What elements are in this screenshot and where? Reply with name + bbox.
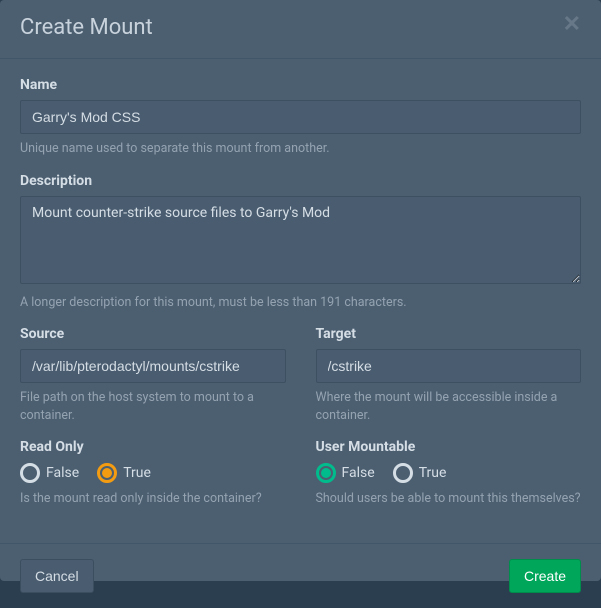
description-label: Description bbox=[20, 173, 581, 189]
modal-footer: Cancel Create bbox=[0, 543, 601, 608]
modal-header: Create Mount ✕ bbox=[0, 0, 601, 59]
description-group: Description Mount counter-strike source … bbox=[20, 173, 581, 312]
source-input[interactable] bbox=[20, 349, 286, 383]
user-mountable-label: User Mountable bbox=[316, 439, 582, 455]
target-group: Target Where the mount will be accessibl… bbox=[316, 326, 582, 424]
modal-body: Name Unique name used to separate this m… bbox=[0, 59, 601, 543]
source-group: Source File path on the host system to m… bbox=[20, 326, 286, 424]
readonly-group: Read Only False True Is the mount read o… bbox=[20, 439, 286, 508]
user-mountable-false-option[interactable]: False bbox=[316, 463, 375, 483]
readonly-false-label: False bbox=[46, 465, 79, 481]
cancel-button[interactable]: Cancel bbox=[20, 559, 94, 593]
description-input[interactable]: Mount counter-strike source files to Gar… bbox=[20, 196, 581, 284]
close-icon[interactable]: ✕ bbox=[563, 13, 581, 35]
readonly-label: Read Only bbox=[20, 439, 286, 455]
radio-icon bbox=[97, 463, 117, 483]
user-mountable-help: Should users be able to mount this thems… bbox=[316, 490, 582, 508]
readonly-false-option[interactable]: False bbox=[20, 463, 79, 483]
readonly-true-label: True bbox=[123, 465, 151, 481]
create-button[interactable]: Create bbox=[509, 559, 581, 593]
user-mountable-group: User Mountable False True Should users b… bbox=[316, 439, 582, 508]
name-help: Unique name used to separate this mount … bbox=[20, 140, 581, 158]
readonly-mountable-row: Read Only False True Is the mount read o… bbox=[20, 439, 581, 508]
source-target-row: Source File path on the host system to m… bbox=[20, 326, 581, 424]
source-label: Source bbox=[20, 326, 286, 342]
source-help: File path on the host system to mount to… bbox=[20, 389, 286, 424]
radio-icon bbox=[393, 463, 413, 483]
name-label: Name bbox=[20, 77, 581, 93]
user-mountable-true-label: True bbox=[419, 465, 447, 481]
name-input[interactable] bbox=[20, 100, 581, 134]
readonly-help: Is the mount read only inside the contai… bbox=[20, 490, 286, 508]
readonly-radio-group: False True bbox=[20, 463, 286, 483]
create-mount-modal: Create Mount ✕ Name Unique name used to … bbox=[0, 0, 601, 581]
radio-icon bbox=[20, 463, 40, 483]
user-mountable-true-option[interactable]: True bbox=[393, 463, 447, 483]
target-input[interactable] bbox=[316, 349, 582, 383]
target-label: Target bbox=[316, 326, 582, 342]
radio-icon bbox=[316, 463, 336, 483]
user-mountable-false-label: False bbox=[342, 465, 375, 481]
readonly-true-option[interactable]: True bbox=[97, 463, 151, 483]
target-help: Where the mount will be accessible insid… bbox=[316, 389, 582, 424]
user-mountable-radio-group: False True bbox=[316, 463, 582, 483]
modal-title: Create Mount bbox=[20, 15, 153, 40]
name-group: Name Unique name used to separate this m… bbox=[20, 77, 581, 158]
description-help: A longer description for this mount, mus… bbox=[20, 294, 581, 312]
